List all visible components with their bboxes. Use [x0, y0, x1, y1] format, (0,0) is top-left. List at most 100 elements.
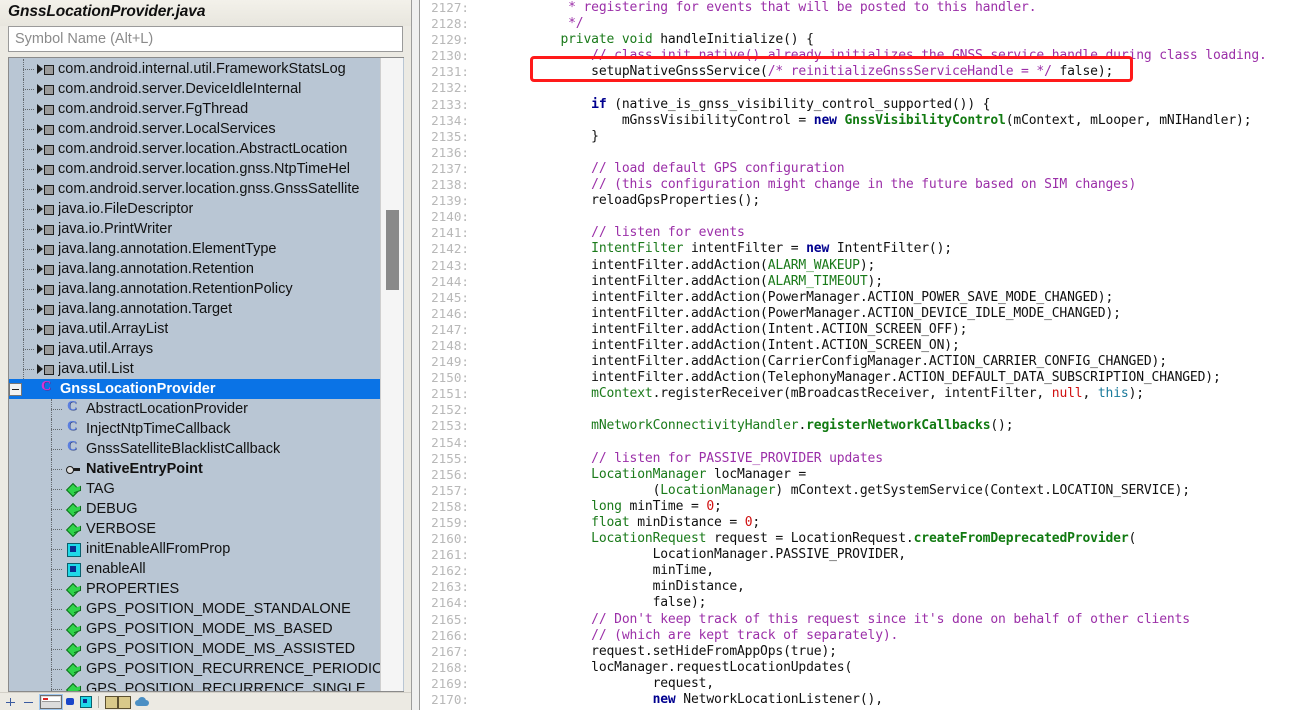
tree-item-java-util-arraylist[interactable]: java.util.ArrayList: [9, 319, 380, 339]
code-line[interactable]: 2154:: [420, 435, 1304, 451]
token-typ: long: [591, 498, 622, 514]
cyan-square-icon[interactable]: [79, 695, 92, 708]
scrollbar-thumb[interactable]: [386, 210, 399, 290]
minus-icon[interactable]: [22, 695, 37, 709]
code-line[interactable]: 2167: request.setHideFromAppOps(true);: [420, 644, 1304, 660]
code-line[interactable]: 2146: intentFilter.addAction(PowerManage…: [420, 306, 1304, 322]
code-line[interactable]: 2158: long minTime = 0;: [420, 499, 1304, 515]
code-line[interactable]: 2133: if (native_is_gnss_visibility_cont…: [420, 97, 1304, 113]
tree-item-com-android-server-fgthread[interactable]: com.android.server.FgThread: [9, 99, 380, 119]
tree-item-java-lang-annotation-retention[interactable]: java.lang.annotation.Retention: [9, 259, 380, 279]
tree-item-tag[interactable]: TAG: [9, 479, 380, 499]
code-line[interactable]: 2135: }: [420, 129, 1304, 145]
tree-item-label: com.android.server.FgThread: [58, 101, 249, 117]
code-line[interactable]: 2149: intentFilter.addAction(CarrierConf…: [420, 354, 1304, 370]
code-line[interactable]: 2151: mContext.registerReceiver(mBroadca…: [420, 386, 1304, 402]
code-line[interactable]: 2128: */: [420, 16, 1304, 32]
code-line[interactable]: 2160: LocationRequest request = Location…: [420, 531, 1304, 547]
code-line[interactable]: 2148: intentFilter.addAction(Intent.ACTI…: [420, 338, 1304, 354]
code-line[interactable]: 2127: * registering for events that will…: [420, 0, 1304, 16]
code-line[interactable]: 2165: // Don't keep track of this reques…: [420, 612, 1304, 628]
code-line[interactable]: 2163: minDistance,: [420, 579, 1304, 595]
tree-item-injectntptimecallback[interactable]: InjectNtpTimeCallback: [9, 419, 380, 439]
token-this: this: [1097, 386, 1129, 402]
tree-connector: [23, 299, 37, 319]
tree-expander-collapse-icon[interactable]: [9, 382, 22, 396]
code-line[interactable]: 2168: locManager.requestLocationUpdates(: [420, 660, 1304, 676]
code-line[interactable]: 2134: mGnssVisibilityControl = new GnssV…: [420, 113, 1304, 129]
code-line[interactable]: 2164: false);: [420, 595, 1304, 611]
code-line[interactable]: 2129: private void handleInitialize() {: [420, 32, 1304, 48]
tree-item-gps-position-recurrence-single[interactable]: GPS_POSITION_RECURRENCE_SINGLE: [9, 679, 380, 691]
code-line[interactable]: 2138: // (this configuration might chang…: [420, 177, 1304, 193]
code-line[interactable]: 2170: new NetworkLocationListener(),: [420, 692, 1304, 708]
tree-item-java-lang-annotation-elementtype[interactable]: java.lang.annotation.ElementType: [9, 239, 380, 259]
cloud-icon[interactable]: [134, 695, 150, 708]
tree-item-initenableallfromprop[interactable]: initEnableAllFromProp: [9, 539, 380, 559]
code-line[interactable]: 2161: LocationManager.PASSIVE_PROVIDER,: [420, 547, 1304, 563]
tree-item-java-util-list[interactable]: java.util.List: [9, 359, 380, 379]
tree-item-abstractlocationprovider[interactable]: AbstractLocationProvider: [9, 399, 380, 419]
blue-dot-icon[interactable]: [65, 695, 76, 708]
tree-item-java-util-arrays[interactable]: java.util.Arrays: [9, 339, 380, 359]
code-line[interactable]: 2152:: [420, 402, 1304, 418]
code-line[interactable]: 2142: IntentFilter intentFilter = new In…: [420, 241, 1304, 257]
tree-item-com-android-server-location-gnss-ntptimehel[interactable]: com.android.server.location.gnss.NtpTime…: [9, 159, 380, 179]
code-line[interactable]: 2166: // (which are kept track of separa…: [420, 628, 1304, 644]
tree-item-gps-position-mode-ms-based[interactable]: GPS_POSITION_MODE_MS_BASED: [9, 619, 380, 639]
code-editor[interactable]: 2127: * registering for events that will…: [412, 0, 1304, 710]
tree-item-gps-position-mode-standalone[interactable]: GPS_POSITION_MODE_STANDALONE: [9, 599, 380, 619]
code-line[interactable]: 2157: (LocationManager) mContext.getSyst…: [420, 483, 1304, 499]
token-pl: ) mContext.getSystemService(Context.LOCA…: [775, 482, 1190, 498]
code-line[interactable]: 2136:: [420, 145, 1304, 161]
tree-item-com-android-server-location-gnss-gnsssatellite[interactable]: com.android.server.location.gnss.GnssSat…: [9, 179, 380, 199]
code-line[interactable]: 2140:: [420, 209, 1304, 225]
code-line[interactable]: 2156: LocationManager locManager =: [420, 467, 1304, 483]
tree-item-com-android-server-deviceidleinternal[interactable]: com.android.server.DeviceIdleInternal: [9, 79, 380, 99]
window-icon[interactable]: [40, 694, 62, 709]
tree-item-com-android-server-localservices[interactable]: com.android.server.LocalServices: [9, 119, 380, 139]
symbol-search-input[interactable]: [8, 26, 403, 52]
code-line[interactable]: 2162: minTime,: [420, 563, 1304, 579]
code-line[interactable]: 2137: // load default GPS configuration: [420, 161, 1304, 177]
code-line[interactable]: 2145: intentFilter.addAction(PowerManage…: [420, 290, 1304, 306]
tree-item-java-io-filedescriptor[interactable]: java.io.FileDescriptor: [9, 199, 380, 219]
tree-item-properties[interactable]: PROPERTIES: [9, 579, 380, 599]
tree-item-gps-position-mode-ms-assisted[interactable]: GPS_POSITION_MODE_MS_ASSISTED: [9, 639, 380, 659]
code-line[interactable]: 2155: // listen for PASSIVE_PROVIDER upd…: [420, 451, 1304, 467]
tree-item-java-io-printwriter[interactable]: java.io.PrintWriter: [9, 219, 380, 239]
tree-item-gnsslocationprovider[interactable]: GnssLocationProvider: [9, 379, 380, 399]
tree-item-com-android-server-location-abstractlocation[interactable]: com.android.server.location.AbstractLoca…: [9, 139, 380, 159]
tree-connector: [51, 579, 65, 599]
code-line[interactable]: 2141: // listen for events: [420, 225, 1304, 241]
code-line[interactable]: 2147: intentFilter.addAction(Intent.ACTI…: [420, 322, 1304, 338]
code-line[interactable]: 2131: setupNativeGnssService(/* reinitia…: [420, 64, 1304, 80]
tree-item-nativeentrypoint[interactable]: NativeEntryPoint: [9, 459, 380, 479]
tree-item-java-lang-annotation-retentionpolicy[interactable]: java.lang.annotation.RetentionPolicy: [9, 279, 380, 299]
tree-item-verbose[interactable]: VERBOSE: [9, 519, 380, 539]
code-line[interactable]: 2150: intentFilter.addAction(TelephonyMa…: [420, 370, 1304, 386]
tree-item-gnsssatelliteblacklistcallback[interactable]: GnssSatelliteBlacklistCallback: [9, 439, 380, 459]
tree-item-gps-position-recurrence-periodic[interactable]: GPS_POSITION_RECURRENCE_PERIODIC: [9, 659, 380, 679]
tree-item-com-android-internal-util-frameworkstatslog[interactable]: com.android.internal.util.FrameworkStats…: [9, 59, 380, 79]
books-icon[interactable]: [105, 695, 131, 709]
line-number: 2166:: [431, 627, 469, 643]
code-line[interactable]: 2159: float minDistance = 0;: [420, 515, 1304, 531]
code-line[interactable]: 2139: reloadGpsProperties();: [420, 193, 1304, 209]
code-area[interactable]: 2127: * registering for events that will…: [420, 0, 1304, 710]
toolbar-divider: [98, 695, 99, 708]
code-line[interactable]: 2130: // class init native() already ini…: [420, 48, 1304, 64]
code-line[interactable]: 2153: mNetworkConnectivityHandler.regist…: [420, 418, 1304, 434]
tree-item-debug[interactable]: DEBUG: [9, 499, 380, 519]
tree-item-java-lang-annotation-target[interactable]: java.lang.annotation.Target: [9, 299, 380, 319]
code-line[interactable]: 2132:: [420, 80, 1304, 96]
symbol-tree-scrollbar[interactable]: [380, 58, 403, 691]
tree-item-enableall[interactable]: enableAll: [9, 559, 380, 579]
code-line[interactable]: 2169: request,: [420, 676, 1304, 692]
code-line[interactable]: 2144: intentFilter.addAction(ALARM_TIMEO…: [420, 274, 1304, 290]
code-line[interactable]: 2143: intentFilter.addAction(ALARM_WAKEU…: [420, 258, 1304, 274]
plus-icon[interactable]: [4, 695, 19, 709]
